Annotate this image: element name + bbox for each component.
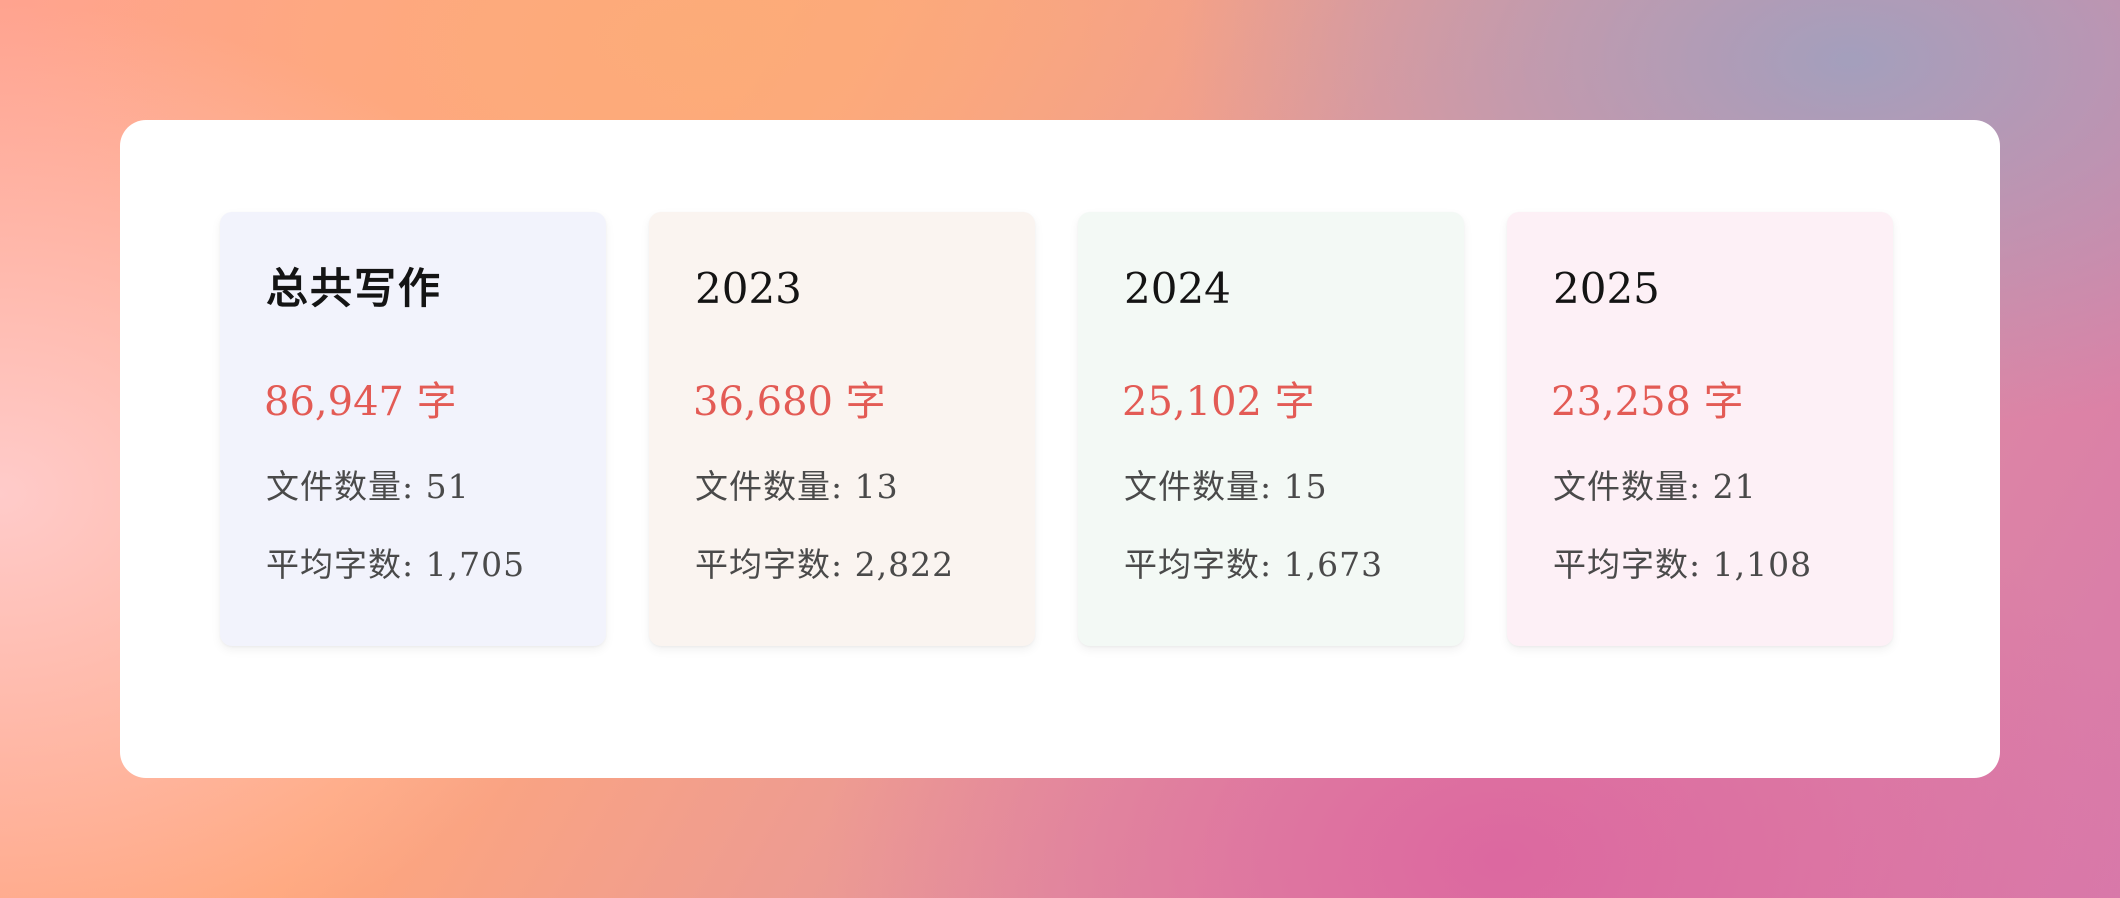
stat-card-2025: 2025 23,258 字 文件数量: 21 平均字数: 1,108 — [1507, 212, 1893, 646]
card-word-count: 23,258 字 — [1551, 379, 1744, 425]
card-file-count: 文件数量: 13 — [695, 467, 899, 506]
card-average-words: 平均字数: 2,822 — [695, 545, 955, 584]
stat-card-2024: 2024 25,102 字 文件数量: 15 平均字数: 1,673 — [1078, 212, 1464, 646]
stat-card-2023: 2023 36,680 字 文件数量: 13 平均字数: 2,822 — [649, 212, 1035, 646]
card-word-count: 86,947 字 — [264, 379, 457, 425]
card-average-words: 平均字数: 1,108 — [1553, 545, 1813, 584]
stats-panel: 总共写作 86,947 字 文件数量: 51 平均字数: 1,705 2023 … — [120, 120, 2000, 778]
stat-card-total: 总共写作 86,947 字 文件数量: 51 平均字数: 1,705 — [220, 212, 606, 646]
card-title: 2023 — [695, 264, 802, 313]
card-title: 2025 — [1553, 264, 1660, 313]
card-word-count: 36,680 字 — [693, 379, 886, 425]
card-word-count: 25,102 字 — [1122, 379, 1315, 425]
card-title: 总共写作 — [266, 264, 443, 313]
card-title: 2024 — [1124, 264, 1231, 313]
card-file-count: 文件数量: 21 — [1553, 467, 1757, 506]
card-average-words: 平均字数: 1,705 — [266, 545, 526, 584]
card-file-count: 文件数量: 51 — [266, 467, 470, 506]
card-file-count: 文件数量: 15 — [1124, 467, 1328, 506]
card-average-words: 平均字数: 1,673 — [1124, 545, 1384, 584]
